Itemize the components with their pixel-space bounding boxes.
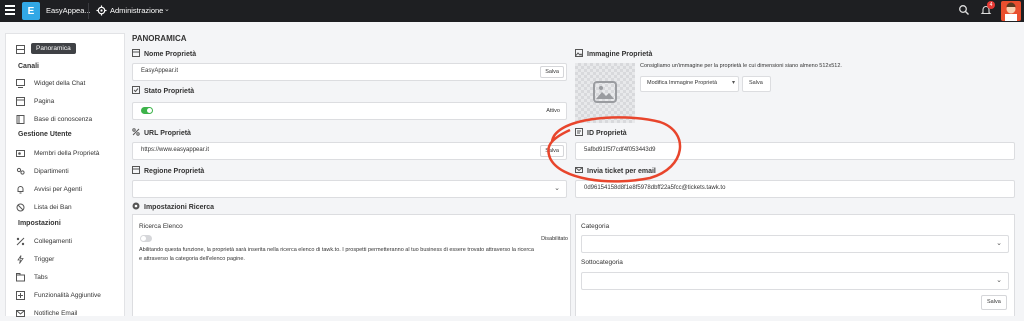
chevron-down-icon[interactable]: ⌄	[164, 5, 170, 13]
sidebar-heading-channels: Canali	[18, 63, 40, 70]
region-icon	[132, 166, 140, 174]
page-title: PANORAMICA	[132, 34, 187, 43]
chevron-down-icon[interactable]: ⌄	[996, 239, 1002, 247]
property-region-label: Regione Proprietà	[132, 166, 204, 175]
sidebar-item-agent-alerts[interactable]: Avvisi per Agenti	[6, 183, 124, 197]
property-name-label: Nome Proprietà	[132, 49, 196, 58]
listing-status: Disabilitato	[541, 236, 568, 242]
subcategory-select[interactable]: ⌄	[581, 272, 1009, 290]
edit-image-label: Modifica Immagine Proprietà	[647, 80, 718, 86]
subcategory-label: Sottocategoria	[581, 259, 623, 266]
status-toggle[interactable]	[141, 107, 153, 114]
book-icon	[16, 115, 25, 124]
save-category-button[interactable]: Salva	[981, 295, 1007, 310]
save-image-label: Salva	[749, 80, 763, 86]
property-icon	[132, 49, 140, 57]
sidebar-item-label: Pagina	[34, 98, 55, 105]
property-region-select[interactable]: ⌄	[132, 180, 567, 198]
ban-icon	[16, 203, 25, 212]
highlight-annotation-ellipse	[547, 116, 682, 183]
sidebar-item-triggers[interactable]: Trigger	[6, 253, 124, 267]
sidebar-item-integrations[interactable]: Collegamenti	[6, 235, 124, 249]
chevron-down-icon[interactable]: ⌄	[996, 276, 1002, 284]
sidebar-item-label: Trigger	[34, 256, 55, 263]
sidebar-item-label: Lista dei Ban	[34, 204, 72, 211]
sidebar-item-members[interactable]: Membri della Proprietà	[6, 147, 124, 161]
caret-down-icon: ▾	[731, 80, 735, 86]
property-name-value[interactable]: EasyAppear.it	[141, 68, 178, 74]
image-icon	[575, 49, 583, 57]
property-status-label: Stato Proprietà	[132, 86, 194, 95]
notification-badge: 4	[987, 1, 995, 9]
property-name-field[interactable]: EasyAppear.it Salva	[132, 63, 567, 81]
bell-icon	[17, 186, 24, 194]
sidebar-item-label: Collegamenti	[34, 238, 72, 245]
page-icon	[16, 97, 25, 106]
category-select[interactable]: ⌄	[581, 235, 1009, 253]
sidebar-item-chat-widget[interactable]: Widget della Chat	[6, 77, 124, 91]
save-property-name-button[interactable]: Salva	[540, 66, 564, 78]
status-icon	[132, 86, 140, 94]
tabs-icon	[16, 273, 25, 282]
property-image-label: Immagine Proprietà	[575, 49, 652, 58]
sidebar-item-email-notifications[interactable]: Notifiche Email	[6, 307, 124, 321]
link-icon	[132, 128, 140, 136]
search-settings-panel: Ricerca Elenco Disabilitato Abilitando q…	[132, 214, 571, 316]
sidebar-item-label: Dipartimenti	[34, 168, 69, 175]
gear-icon[interactable]	[96, 5, 107, 16]
sidebar-item-ban-list[interactable]: Lista dei Ban	[6, 201, 124, 215]
property-status-field: Attivo	[132, 102, 567, 120]
save-image-button[interactable]: Salva	[742, 76, 771, 92]
hamburger-menu-icon[interactable]	[5, 5, 15, 17]
sidebar-item-label: Tabs	[34, 274, 48, 281]
avatar[interactable]	[1001, 1, 1021, 21]
sidebar: Panoramica Canali Widget della Chat Pagi…	[5, 33, 125, 317]
sidebar-heading-settings: Impostazioni	[18, 220, 61, 227]
departments-icon	[16, 167, 25, 175]
link-icon	[16, 237, 25, 246]
sidebar-item-label: Panoramica	[31, 43, 76, 54]
top-bar: E EasyAppea... Administrazione ⌄ 4	[0, 0, 1024, 22]
addons-icon	[16, 291, 25, 300]
mail-icon	[16, 310, 25, 317]
grid-icon	[16, 45, 25, 54]
sidebar-item-knowledge-base[interactable]: Base di conoscenza	[6, 113, 124, 127]
edit-image-dropdown[interactable]: Modifica Immagine Proprietà ▾	[640, 76, 739, 92]
trigger-icon	[17, 255, 24, 264]
sidebar-item-tabs[interactable]: Tabs	[6, 271, 124, 285]
search-icon[interactable]	[958, 4, 970, 16]
divider	[88, 3, 89, 19]
sidebar-item-label: Widget della Chat	[34, 80, 86, 87]
admin-menu-label[interactable]: Administrazione	[110, 6, 163, 15]
category-label: Categoria	[581, 223, 610, 230]
listing-toggle[interactable]	[140, 235, 152, 242]
property-url-field[interactable]: https://www.easyappear.it Salva	[132, 142, 567, 160]
listing-label: Ricerca Elenco	[139, 223, 183, 230]
property-url-label: URL Proprietà	[132, 128, 191, 137]
sidebar-item-label: Notifiche Email	[34, 310, 78, 317]
search-settings-label: Impostazioni Ricerca	[132, 202, 214, 211]
sidebar-item-label: Avvisi per Agenti	[34, 186, 82, 193]
image-placeholder-icon	[593, 81, 617, 103]
sidebar-item-addons[interactable]: Funzionalità Aggiuntive	[6, 289, 124, 303]
app-logo[interactable]: E	[22, 2, 40, 20]
property-url-value[interactable]: https://www.easyappear.it	[141, 147, 209, 153]
sidebar-heading-user-management: Gestione Utente	[18, 131, 72, 138]
app-name[interactable]: EasyAppea...	[46, 6, 91, 15]
listing-description: Abilitando questa funzione, la proprietà…	[139, 247, 534, 262]
sidebar-item-label: Membri della Proprietà	[34, 150, 100, 157]
image-hint: Consigliamo un'immagine per la proprietà…	[640, 63, 842, 69]
settings-icon	[132, 202, 140, 210]
sidebar-item-overview[interactable]: Panoramica	[6, 43, 124, 57]
sidebar-item-label: Base di conoscenza	[34, 116, 93, 123]
sidebar-item-departments[interactable]: Dipartimenti	[6, 165, 124, 179]
chat-widget-icon	[16, 79, 25, 88]
members-icon	[16, 150, 25, 157]
sidebar-item-page[interactable]: Pagina	[6, 95, 124, 109]
sidebar-item-label: Funzionalità Aggiuntive	[34, 292, 101, 299]
category-panel: Categoria ⌄ Sottocategoria ⌄ Salva	[575, 214, 1015, 316]
